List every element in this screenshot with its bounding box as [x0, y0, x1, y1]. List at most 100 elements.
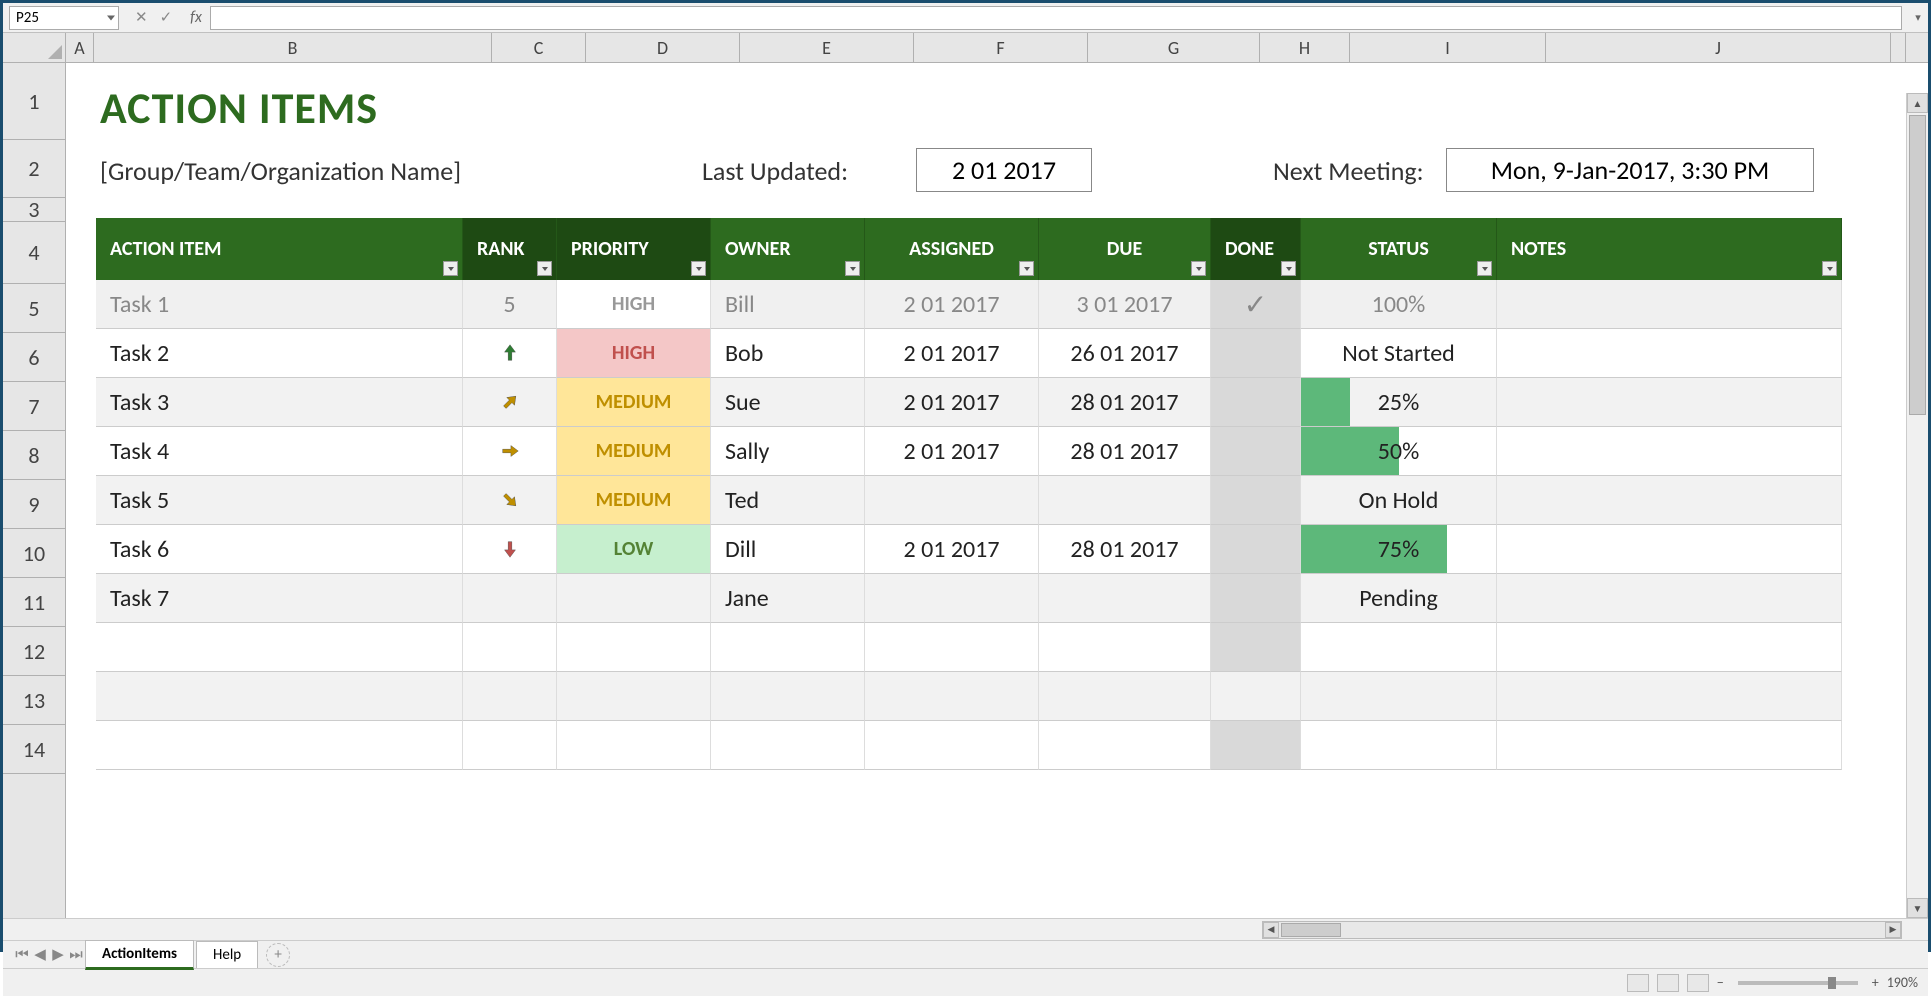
cell[interactable]: 5 — [463, 280, 557, 329]
cell[interactable]: 2 01 2017 — [865, 525, 1039, 574]
row-header-14[interactable]: 14 — [3, 725, 65, 774]
cell[interactable] — [1039, 623, 1211, 672]
th-priority[interactable]: PRIORITY — [557, 218, 711, 280]
cell[interactable] — [463, 672, 557, 721]
cell[interactable] — [711, 672, 865, 721]
cell[interactable] — [1497, 280, 1842, 329]
cell[interactable] — [463, 476, 557, 525]
view-break-icon[interactable] — [1687, 974, 1709, 992]
cell[interactable] — [1211, 574, 1301, 623]
cell[interactable]: 2 01 2017 — [865, 280, 1039, 329]
cell[interactable]: 75% — [1301, 525, 1497, 574]
cell[interactable]: 28 01 2017 — [1039, 525, 1211, 574]
cell[interactable]: ✓ — [1211, 280, 1301, 329]
cell[interactable] — [1211, 623, 1301, 672]
cell[interactable]: 25% — [1301, 378, 1497, 427]
cell[interactable] — [463, 329, 557, 378]
cell[interactable] — [1497, 476, 1842, 525]
scroll-up-icon[interactable]: ▲ — [1907, 93, 1928, 113]
cell[interactable] — [865, 721, 1039, 770]
th-done[interactable]: DONE — [1211, 218, 1301, 280]
col-header-A[interactable]: A — [66, 33, 94, 62]
chevron-down-icon[interactable] — [107, 15, 115, 20]
cell[interactable]: Task 2 — [96, 329, 463, 378]
cell[interactable] — [865, 574, 1039, 623]
row-header-7[interactable]: 7 — [3, 382, 65, 431]
cell[interactable]: Ted — [711, 476, 865, 525]
col-header-E[interactable]: E — [740, 33, 914, 62]
subtitle[interactable]: [Group/Team/Organization Name] — [100, 155, 461, 187]
row-header-2[interactable]: 2 — [3, 140, 65, 198]
th-owner[interactable]: OWNER — [711, 218, 865, 280]
name-box[interactable]: P25 — [9, 6, 119, 30]
cell[interactable]: 2 01 2017 — [865, 329, 1039, 378]
cell[interactable]: Dill — [711, 525, 865, 574]
cell[interactable]: 100% — [1301, 280, 1497, 329]
th-rank[interactable]: RANK — [463, 218, 557, 280]
cell[interactable]: Pending — [1301, 574, 1497, 623]
cell[interactable]: Task 6 — [96, 525, 463, 574]
row-header-4[interactable]: 4 — [3, 222, 65, 284]
cell[interactable]: Task 1 — [96, 280, 463, 329]
filter-icon[interactable] — [1281, 261, 1296, 276]
hscroll-thumb[interactable] — [1281, 923, 1341, 937]
row-header-11[interactable]: 11 — [3, 578, 65, 627]
fx-label[interactable]: fx — [184, 8, 208, 27]
cell[interactable]: 2 01 2017 — [865, 427, 1039, 476]
row-header-6[interactable]: 6 — [3, 333, 65, 382]
zoom-value[interactable]: 190% — [1887, 974, 1918, 991]
cell[interactable]: MEDIUM — [557, 476, 711, 525]
cell[interactable]: HIGH — [557, 280, 711, 329]
col-header-J[interactable]: J — [1546, 33, 1891, 62]
cell[interactable] — [1497, 525, 1842, 574]
filter-icon[interactable] — [537, 261, 552, 276]
cell[interactable] — [1211, 721, 1301, 770]
cell[interactable]: 2 01 2017 — [865, 378, 1039, 427]
cell[interactable] — [96, 672, 463, 721]
cell[interactable] — [1039, 672, 1211, 721]
last-updated-value[interactable]: 2 01 2017 — [916, 148, 1092, 192]
cell[interactable] — [1497, 427, 1842, 476]
cell[interactable] — [1301, 672, 1497, 721]
cell[interactable]: Sue — [711, 378, 865, 427]
cell[interactable] — [1497, 378, 1842, 427]
cell[interactable]: Task 5 — [96, 476, 463, 525]
cell[interactable]: Not Started — [1301, 329, 1497, 378]
cell[interactable] — [1301, 721, 1497, 770]
scroll-thumb[interactable] — [1909, 115, 1926, 415]
cell[interactable]: MEDIUM — [557, 427, 711, 476]
view-normal-icon[interactable] — [1627, 974, 1649, 992]
row-header-12[interactable]: 12 — [3, 627, 65, 676]
cell[interactable] — [1211, 525, 1301, 574]
cell[interactable]: MEDIUM — [557, 378, 711, 427]
th-due[interactable]: DUE — [1039, 218, 1211, 280]
filter-icon[interactable] — [1019, 261, 1034, 276]
scroll-left-icon[interactable]: ◀ — [1263, 922, 1279, 938]
select-all-corner[interactable] — [3, 33, 66, 63]
cell[interactable]: Bill — [711, 280, 865, 329]
cell[interactable] — [463, 378, 557, 427]
tab-actionitems[interactable]: ActionItems — [85, 940, 194, 970]
sheet[interactable]: ACTION ITEMS [Group/Team/Organization Na… — [66, 63, 1928, 918]
cell[interactable] — [1211, 672, 1301, 721]
cell[interactable] — [1211, 329, 1301, 378]
cell[interactable] — [865, 672, 1039, 721]
cell[interactable] — [1301, 623, 1497, 672]
expand-formula-icon[interactable]: ▾ — [1908, 11, 1928, 24]
row-header-1[interactable]: 1 — [3, 63, 65, 140]
th-notes[interactable]: NOTES — [1497, 218, 1842, 280]
cell[interactable]: 28 01 2017 — [1039, 427, 1211, 476]
new-sheet-icon[interactable]: + — [266, 943, 290, 967]
cell[interactable]: HIGH — [557, 329, 711, 378]
row-header-3[interactable]: 3 — [3, 198, 65, 222]
cell[interactable] — [1039, 721, 1211, 770]
cell[interactable] — [1497, 329, 1842, 378]
cell[interactable] — [1497, 721, 1842, 770]
cell[interactable]: On Hold — [1301, 476, 1497, 525]
cell[interactable]: 3 01 2017 — [1039, 280, 1211, 329]
zoom-slider[interactable] — [1738, 981, 1858, 985]
cell[interactable]: LOW — [557, 525, 711, 574]
confirm-icon[interactable]: ✓ — [154, 8, 179, 27]
col-header-G[interactable]: G — [1088, 33, 1260, 62]
scroll-down-icon[interactable]: ▼ — [1907, 898, 1928, 918]
